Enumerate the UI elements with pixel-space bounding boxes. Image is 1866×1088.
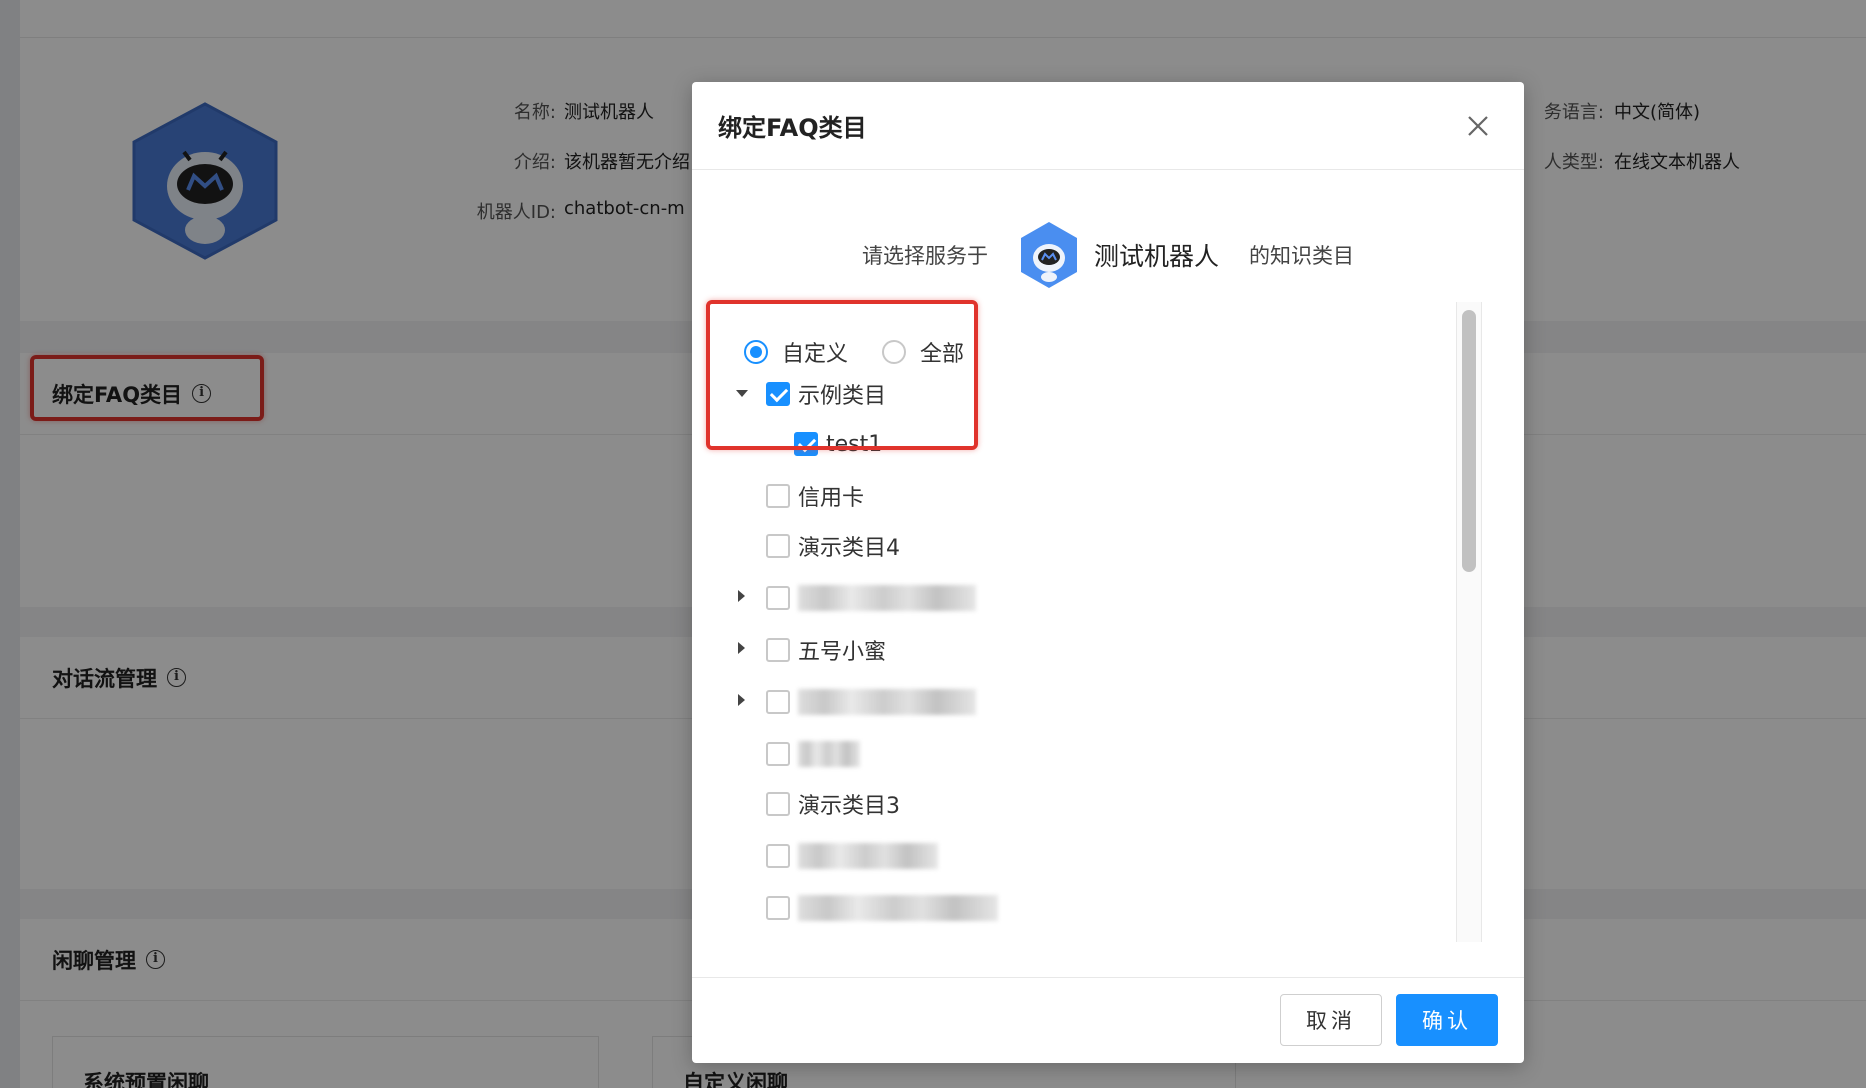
redacted-label xyxy=(798,843,938,869)
bind-faq-modal: 绑定FAQ类目 请选择服务于 测试机器人 的知识类目 自定义 全部 示例类目 te… xyxy=(692,82,1524,1063)
tree-node[interactable] xyxy=(738,686,976,718)
prompt-bot-name: 测试机器人 xyxy=(1093,242,1219,271)
redacted-label xyxy=(798,585,976,611)
tree-node[interactable]: 演示类目4 xyxy=(766,530,900,562)
tree-node-checkbox[interactable] xyxy=(766,586,790,610)
tree-node-label: 演示类目4 xyxy=(798,536,900,561)
tree-node-checkbox[interactable] xyxy=(766,792,790,816)
bot-prompt-row: 请选择服务于 测试机器人 的知识类目 xyxy=(692,220,1524,290)
confirm-button[interactable]: 确认 xyxy=(1396,994,1498,1046)
caret-right-icon[interactable] xyxy=(738,590,745,602)
redacted-label xyxy=(798,689,976,715)
tree-selection-highlight xyxy=(706,300,978,450)
tree-node[interactable] xyxy=(766,892,998,924)
modal-header: 绑定FAQ类目 xyxy=(692,82,1524,170)
modal-footer: 取消 确认 xyxy=(692,977,1524,1063)
tree-node[interactable]: D xyxy=(766,940,815,942)
tree-node-checkbox[interactable] xyxy=(766,742,790,766)
tree-node-checkbox[interactable] xyxy=(766,844,790,868)
tree-node-checkbox[interactable] xyxy=(766,484,790,508)
tree-node[interactable] xyxy=(766,840,938,872)
tree-node[interactable]: 信用卡 xyxy=(766,480,864,512)
close-icon[interactable] xyxy=(1460,108,1496,144)
redacted-label xyxy=(798,895,998,921)
tree-node-checkbox[interactable] xyxy=(766,690,790,714)
tree-node[interactable]: 演示类目3 xyxy=(766,788,900,820)
prompt-after: 的知识类目 xyxy=(1249,244,1354,268)
modal-title: 绑定FAQ类目 xyxy=(718,114,867,142)
redacted-label xyxy=(798,741,860,767)
tree-scrollbar-thumb[interactable] xyxy=(1462,310,1476,572)
tree-node-label: 演示类目3 xyxy=(798,794,900,819)
robot-avatar-icon xyxy=(1020,222,1077,288)
tree-node-label: 信用卡 xyxy=(798,486,865,511)
caret-right-icon[interactable] xyxy=(738,642,745,654)
tree-node[interactable] xyxy=(738,582,976,614)
tree-node-label: 五号小蜜 xyxy=(798,640,887,665)
tree-node-checkbox[interactable] xyxy=(766,896,790,920)
tree-node[interactable]: 五号小蜜 xyxy=(738,634,887,666)
prompt-before: 请选择服务于 xyxy=(861,244,988,268)
tree-node-checkbox[interactable] xyxy=(766,534,790,558)
caret-right-icon[interactable] xyxy=(738,694,745,706)
tree-node[interactable] xyxy=(766,738,860,770)
cancel-button[interactable]: 取消 xyxy=(1280,994,1382,1046)
tree-node-checkbox[interactable] xyxy=(766,638,790,662)
